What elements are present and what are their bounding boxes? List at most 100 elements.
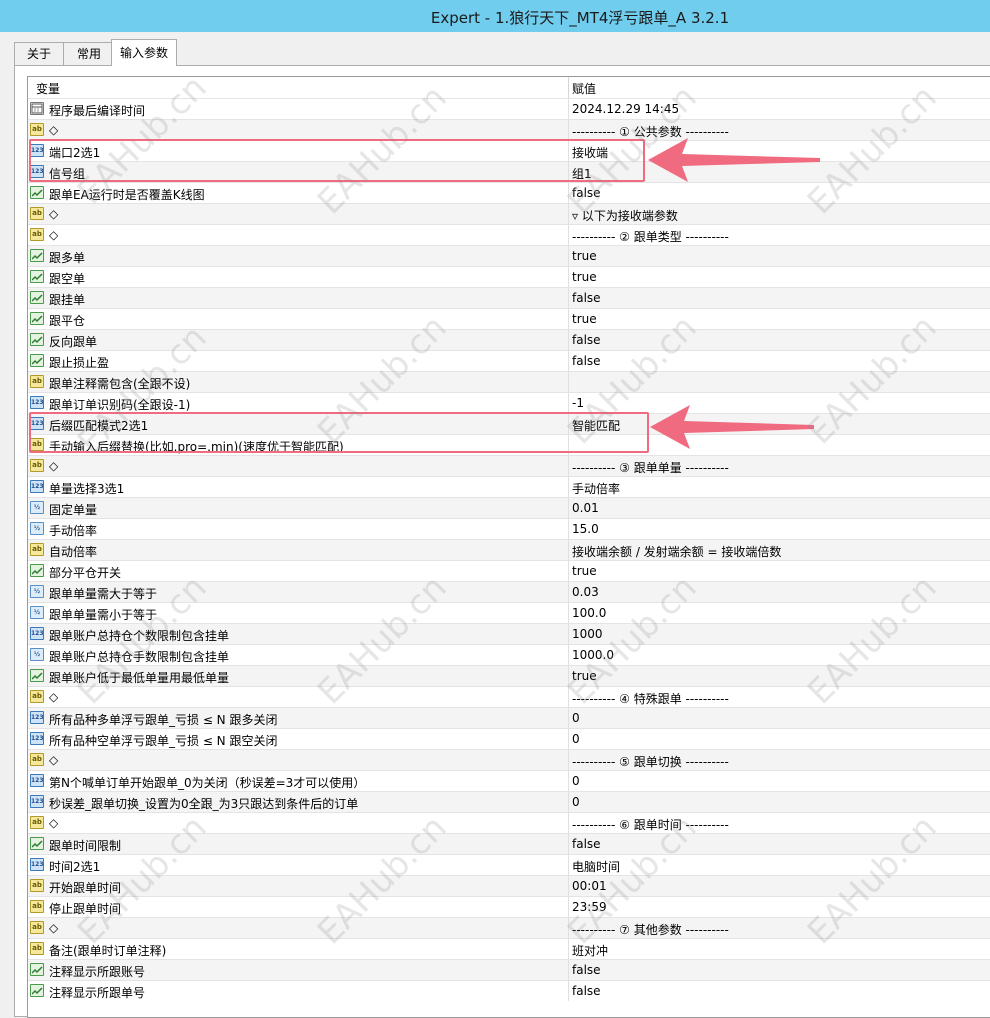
parameter-value[interactable]: 手动倍率 (572, 480, 620, 497)
parameter-row[interactable]: 123 所有品种空单浮亏跟单_亏损 ≤ N 跟空关闭 0 (28, 728, 990, 749)
parameter-value[interactable]: false (572, 186, 601, 200)
parameter-name: ◇ (49, 816, 59, 830)
parameter-value[interactable]: ---------- ④ 特殊跟单 ---------- (572, 690, 729, 707)
parameter-row[interactable]: 跟单账户低于最低单量用最低单量 true (28, 665, 990, 686)
column-value-header[interactable]: 赋值 (572, 80, 596, 97)
parameter-row[interactable]: ab 跟单注释需包含(全跟不设) (28, 371, 990, 392)
parameters-grid[interactable]: 变量 赋值 程序最后编译时间 2024.12.29 14:45 ab ◇ -------… (27, 76, 990, 1018)
parameter-row[interactable]: 注释显示所跟账号 false (28, 959, 990, 980)
parameter-value[interactable]: ▿ 以下为接收端参数 (572, 207, 678, 224)
parameter-value[interactable]: ---------- ⑥ 跟单时间 ---------- (572, 816, 729, 833)
parameter-value[interactable]: true (572, 564, 597, 578)
parameter-value[interactable]: false (572, 291, 601, 305)
parameter-name: 跟单时间限制 (49, 839, 122, 853)
parameter-value[interactable]: 0 (572, 795, 580, 809)
parameter-value[interactable]: 23:59 (572, 900, 607, 914)
parameter-value[interactable]: -1 (572, 396, 584, 410)
cell-divider (568, 498, 569, 518)
parameter-row[interactable]: ab ◇ ---------- ③ 跟单单量 ---------- (28, 455, 990, 476)
integer-icon: 123 (30, 795, 44, 808)
parameter-name: 手动倍率 (49, 524, 98, 538)
parameter-name: 固定单量 (49, 503, 98, 517)
parameter-row[interactable]: 跟单时间限制 false (28, 833, 990, 854)
parameter-row[interactable]: 123 单量选择3选1 手动倍率 (28, 476, 990, 497)
parameter-row[interactable]: ½ 手动倍率 15.0 (28, 518, 990, 539)
parameter-value[interactable]: 15.0 (572, 522, 599, 536)
parameter-row[interactable]: ab 停止跟单时间 23:59 (28, 896, 990, 917)
parameter-value[interactable]: ---------- ⑤ 跟单切换 ---------- (572, 753, 729, 770)
parameter-value[interactable]: false (572, 354, 601, 368)
parameter-row[interactable]: 程序最后编译时间 2024.12.29 14:45 (28, 98, 990, 119)
parameter-row[interactable]: 跟空单 true (28, 266, 990, 287)
parameter-value[interactable]: true (572, 669, 597, 683)
parameter-row[interactable]: ab ◇ ---------- ④ 特殊跟单 ---------- (28, 686, 990, 707)
parameter-row[interactable]: 123 跟单账户总持仓个数限制包含挂单 1000 (28, 623, 990, 644)
parameter-value[interactable]: 1000.0 (572, 648, 614, 662)
parameter-row[interactable]: 注释显示所跟单号 false (28, 980, 990, 1001)
parameter-row[interactable]: 跟止损止盈 false (28, 350, 990, 371)
parameter-value[interactable]: ---------- ⑦ 其他参数 ---------- (572, 921, 729, 938)
parameter-row[interactable]: ab ◇ ---------- ⑦ 其他参数 ---------- (28, 917, 990, 938)
parameter-value[interactable]: ---------- ② 跟单类型 ---------- (572, 228, 729, 245)
parameter-row[interactable]: ab ◇ ---------- ⑤ 跟单切换 ---------- (28, 749, 990, 770)
parameter-value[interactable]: 0 (572, 732, 580, 746)
parameter-value[interactable]: false (572, 837, 601, 851)
parameter-row[interactable]: 跟多单 true (28, 245, 990, 266)
parameter-row[interactable]: ½ 固定单量 0.01 (28, 497, 990, 518)
parameter-row[interactable]: 跟挂单 false (28, 287, 990, 308)
parameter-row[interactable]: 部分平仓开关 true (28, 560, 990, 581)
column-separator[interactable] (568, 77, 569, 98)
parameter-row[interactable]: ab 自动倍率 接收端余额 / 发射端余额 = 接收端倍数 (28, 539, 990, 560)
parameter-row[interactable]: ab ◇ ▿ 以下为接收端参数 (28, 203, 990, 224)
parameter-value[interactable]: 00:01 (572, 879, 607, 893)
parameter-value[interactable]: 2024.12.29 14:45 (572, 102, 679, 116)
parameter-value[interactable]: 电脑时间 (572, 858, 620, 875)
parameter-row[interactable]: ab ◇ ---------- ② 跟单类型 ---------- (28, 224, 990, 245)
parameter-row[interactable]: 123 第N个喊单订单开始跟单_0为关闭（秒误差=3才可以使用） 0 (28, 770, 990, 791)
parameter-row[interactable]: 123 时间2选1 电脑时间 (28, 854, 990, 875)
parameter-row[interactable]: ½ 跟单单量需小于等于 100.0 (28, 602, 990, 623)
parameter-name: 注释显示所跟单号 (49, 986, 146, 1000)
parameter-row[interactable]: ab ◇ ---------- ① 公共参数 ---------- (28, 119, 990, 140)
parameter-value[interactable]: 0.01 (572, 501, 599, 515)
parameter-value[interactable]: true (572, 249, 597, 263)
parameter-value[interactable]: true (572, 270, 597, 284)
parameter-name: ◇ (49, 753, 59, 767)
parameter-row[interactable]: ab ◇ ---------- ⑥ 跟单时间 ---------- (28, 812, 990, 833)
parameter-row[interactable]: 跟平仓 true (28, 308, 990, 329)
tab-inputs[interactable]: 输入参数 (111, 39, 177, 66)
parameter-row[interactable]: ½ 跟单账户总持仓手数限制包含挂单 1000.0 (28, 644, 990, 665)
cell-divider (568, 477, 569, 497)
parameter-row[interactable]: ½ 跟单单量需大于等于 0.03 (28, 581, 990, 602)
parameter-value[interactable]: false (572, 984, 601, 998)
parameter-name: 所有品种多单浮亏跟单_亏损 ≤ N 跟多关闭 (49, 713, 278, 727)
cell-divider (568, 834, 569, 854)
cell-divider (568, 792, 569, 812)
highlight-box-port (29, 139, 645, 182)
cell-divider (568, 855, 569, 875)
parameter-row[interactable]: 123 所有品种多单浮亏跟单_亏损 ≤ N 跟多关闭 0 (28, 707, 990, 728)
parameter-value[interactable]: 100.0 (572, 606, 606, 620)
parameter-value[interactable]: 1000 (572, 627, 603, 641)
parameter-name: 跟单账户低于最低单量用最低单量 (49, 671, 230, 685)
parameter-row[interactable]: ab 开始跟单时间 00:01 (28, 875, 990, 896)
parameter-row[interactable]: 反向跟单 false (28, 329, 990, 350)
parameter-row[interactable]: ab 备注(跟单时订单注释) 班对冲 (28, 938, 990, 959)
parameter-value[interactable]: ---------- ③ 跟单单量 ---------- (572, 459, 729, 476)
parameter-row[interactable]: 123 跟单订单识别码(全跟设-1) -1 (28, 392, 990, 413)
parameter-row[interactable]: 跟单EA运行时是否覆盖K线图 false (28, 182, 990, 203)
parameter-value[interactable]: 0.03 (572, 585, 599, 599)
bool-icon (30, 669, 44, 682)
parameter-value[interactable]: true (572, 312, 597, 326)
parameter-row[interactable]: 123 秒误差_跟单切换_设置为0全跟_为3只跟达到条件后的订单 0 (28, 791, 990, 812)
column-variable-header[interactable]: 变量 (36, 80, 60, 97)
parameter-value[interactable]: 班对冲 (572, 942, 608, 959)
tab-about[interactable]: 关于 (14, 42, 64, 65)
parameter-value[interactable]: 0 (572, 711, 580, 725)
parameter-value[interactable]: 0 (572, 774, 580, 788)
parameter-value[interactable]: 接收端余额 / 发射端余额 = 接收端倍数 (572, 543, 781, 560)
tab-common[interactable]: 常用 (63, 42, 115, 65)
parameter-value[interactable]: false (572, 963, 601, 977)
parameter-value[interactable]: false (572, 333, 601, 347)
cell-divider (568, 687, 569, 707)
